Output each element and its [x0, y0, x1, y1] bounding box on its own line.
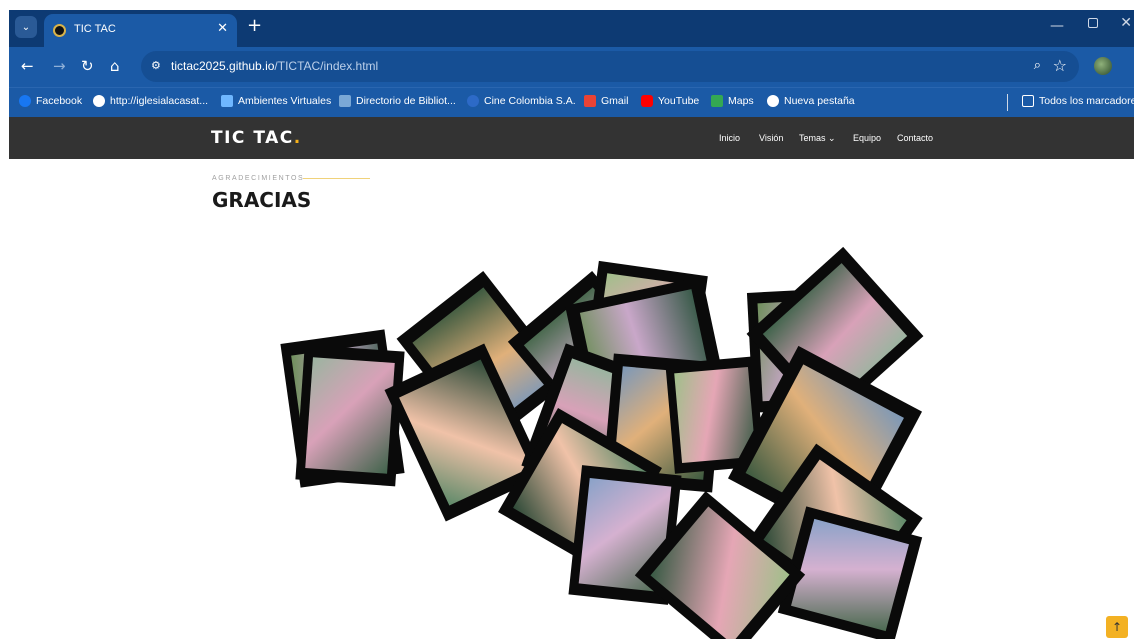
tab-title: TIC TAC	[74, 23, 116, 35]
site-info-icon[interactable]: ⚙	[151, 59, 161, 72]
cine-icon	[467, 95, 479, 107]
site-logo[interactable]: TIC TAC.	[211, 128, 302, 148]
profile-avatar[interactable]	[1094, 57, 1112, 75]
forward-icon[interactable]: →	[53, 57, 66, 75]
minimize-icon[interactable]: —	[1050, 18, 1064, 34]
restore-icon[interactable]	[1088, 18, 1098, 28]
maps-icon	[711, 95, 723, 107]
browser-tab[interactable]: TIC TAC ✕	[44, 14, 237, 47]
ambientes-icon	[221, 95, 233, 107]
bookmark-nueva[interactable]: Nueva pestaña	[767, 95, 855, 107]
bookmark-gmail[interactable]: Gmail	[584, 95, 628, 107]
window-close-icon[interactable]: ✕	[1120, 15, 1132, 31]
folder-icon	[1022, 95, 1034, 107]
library-icon	[339, 95, 351, 107]
back-icon[interactable]: ←	[21, 57, 34, 75]
bookmark-directorio[interactable]: Directorio de Bibliot...	[339, 95, 456, 107]
photo-image	[305, 357, 395, 474]
youtube-icon	[641, 95, 653, 107]
bookmarks-bar: Facebook http://iglesialacasat... Ambien…	[9, 87, 1134, 117]
back-to-top-button[interactable]: ↑	[1106, 616, 1128, 638]
tab-search-button[interactable]: ⌄	[15, 16, 37, 38]
tab-strip: ⌄ TIC TAC ✕ + — ✕	[9, 10, 1134, 47]
url-text[interactable]: tictac2025.github.io/TICTAC/index.html	[171, 59, 378, 73]
tab-close-icon[interactable]: ✕	[217, 21, 228, 36]
reload-icon[interactable]: ↻	[81, 57, 94, 75]
globe-icon	[767, 95, 779, 107]
nav-equipo[interactable]: Equipo	[853, 133, 881, 143]
zoom-icon[interactable]: ⌕	[1034, 58, 1041, 73]
nav-temas[interactable]: Temas ⌄	[799, 133, 836, 144]
bookmark-maps[interactable]: Maps	[711, 95, 754, 107]
nav-contacto[interactable]: Contacto	[897, 133, 933, 143]
bookmarks-separator	[1007, 94, 1008, 111]
bookmark-youtube[interactable]: YouTube	[641, 95, 699, 107]
bookmark-ambientes[interactable]: Ambientes Virtuales	[221, 95, 331, 107]
photo-image	[790, 518, 910, 632]
eyebrow-line	[303, 178, 370, 179]
gmail-icon	[584, 95, 596, 107]
bookmark-star-icon[interactable]: ☆	[1053, 56, 1067, 75]
new-tab-button[interactable]: +	[247, 16, 262, 36]
all-bookmarks-folder[interactable]: Todos los marcadores	[1022, 95, 1134, 107]
site-header: TIC TAC. Inicio Visión Temas ⌄ Equipo Co…	[9, 117, 1134, 159]
globe-icon	[93, 95, 105, 107]
bookmark-iglesia[interactable]: http://iglesialacasat...	[93, 95, 208, 107]
menu-dots-icon[interactable]: ⋮	[1129, 57, 1134, 73]
address-bar[interactable]: ⚙ tictac2025.github.io/TICTAC/index.html…	[141, 51, 1079, 82]
bookmark-facebook[interactable]: Facebook	[19, 95, 82, 107]
browser-toolbar: ← → ↻ ⌂ ⚙ tictac2025.github.io/TICTAC/in…	[9, 47, 1134, 87]
tab-favicon-icon	[53, 24, 66, 37]
nav-inicio[interactable]: Inicio	[719, 133, 740, 143]
nav-vision[interactable]: Visión	[759, 133, 783, 143]
home-icon[interactable]: ⌂	[110, 57, 120, 75]
page-title: GRACIAS	[212, 188, 312, 212]
bookmark-cine[interactable]: Cine Colombia S.A.	[467, 95, 576, 107]
section-eyebrow: AGRADECIMIENTOS	[212, 175, 305, 182]
facebook-icon	[19, 95, 31, 107]
collage-photo	[295, 344, 405, 487]
